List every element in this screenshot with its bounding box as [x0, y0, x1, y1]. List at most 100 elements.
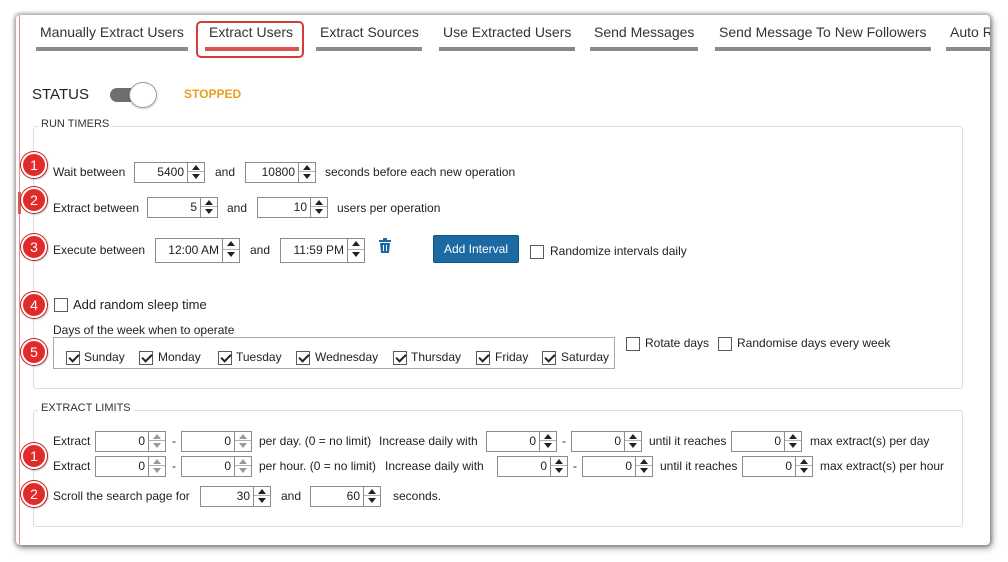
- spinner-value: 5400: [157, 165, 184, 179]
- spinner-down-icon[interactable]: [235, 441, 251, 450]
- spinner-down-icon[interactable]: [201, 207, 217, 216]
- extract-day-max-spinner[interactable]: 0: [181, 431, 252, 452]
- day-increase-max-spinner[interactable]: 0: [571, 431, 642, 452]
- tab-send-messages[interactable]: Send Messages: [590, 24, 698, 51]
- scroll-min-spinner[interactable]: 30: [200, 486, 271, 507]
- tab-underline: [36, 47, 188, 51]
- randomize-intervals-label: Randomize intervals daily: [550, 244, 687, 258]
- extract-max-spinner[interactable]: 10: [257, 197, 328, 218]
- day-monday-checkbox[interactable]: [139, 351, 153, 365]
- spinner-up-icon[interactable]: [540, 432, 556, 441]
- execute-end-spinner[interactable]: 11:59 PM: [280, 238, 365, 263]
- spinner-down-icon[interactable]: [254, 496, 270, 505]
- spinner-down-icon[interactable]: [540, 441, 556, 450]
- hour-reach-spinner[interactable]: 0: [742, 456, 813, 477]
- spinner-up-icon[interactable]: [235, 457, 251, 466]
- scroll-max-spinner[interactable]: 60: [310, 486, 381, 507]
- wait-min-spinner[interactable]: 5400: [134, 162, 205, 183]
- extract-hour-min-spinner[interactable]: 0: [95, 456, 166, 477]
- tab-label: Manually Extract Users: [40, 24, 184, 40]
- day-saturday-checkbox[interactable]: [542, 351, 556, 365]
- spinner-down-icon[interactable]: [223, 250, 239, 261]
- step-marker-5: 5: [21, 339, 47, 365]
- tab-manually-extract-users[interactable]: Manually Extract Users: [36, 24, 188, 51]
- day-reach-spinner[interactable]: 0: [731, 431, 802, 452]
- spinner-down-icon[interactable]: [235, 466, 251, 475]
- spinner-up-icon[interactable]: [149, 432, 165, 441]
- spinner-down-icon[interactable]: [188, 172, 204, 181]
- randomize-intervals-checkbox[interactable]: [530, 245, 544, 259]
- tab-send-message-new-followers[interactable]: Send Message To New Followers: [715, 24, 931, 51]
- spinner-up-icon[interactable]: [348, 239, 364, 250]
- extract-day-min-spinner[interactable]: 0: [95, 431, 166, 452]
- spinner-arrows: [200, 198, 217, 217]
- execute-between-label: Execute between: [53, 243, 146, 257]
- step-marker-1: 1: [21, 152, 47, 178]
- spinner-up-icon[interactable]: [796, 457, 812, 466]
- spinner-down-icon[interactable]: [149, 441, 165, 450]
- spinner-up-icon[interactable]: [254, 487, 270, 496]
- until-reaches-label: until it reaches: [649, 434, 727, 448]
- random-sleep-checkbox[interactable]: [54, 298, 68, 312]
- day-wednesday-checkbox[interactable]: [296, 351, 310, 365]
- randomise-days-checkbox[interactable]: [718, 337, 732, 351]
- status-toggle-knob[interactable]: [129, 82, 157, 108]
- spinner-value: 0: [774, 434, 781, 448]
- tab-extract-sources[interactable]: Extract Sources: [316, 24, 422, 51]
- spinner-down-icon[interactable]: [364, 496, 380, 505]
- spinner-up-icon[interactable]: [551, 457, 567, 466]
- spinner-up-icon[interactable]: [636, 457, 652, 466]
- run-timers-title: RUN TIMERS: [38, 118, 113, 130]
- spinner-up-icon[interactable]: [364, 487, 380, 496]
- spinner-value: 10: [293, 200, 307, 214]
- spinner-up-icon[interactable]: [785, 432, 801, 441]
- tab-label: Send Messages: [594, 24, 695, 40]
- day-increase-min-spinner[interactable]: 0: [486, 431, 557, 452]
- spinner-down-icon[interactable]: [149, 466, 165, 475]
- tab-underline: [316, 47, 422, 51]
- spinner-up-icon[interactable]: [201, 198, 217, 207]
- spinner-up-icon[interactable]: [235, 432, 251, 441]
- spinner-up-icon[interactable]: [149, 457, 165, 466]
- day-thursday-checkbox[interactable]: [393, 351, 407, 365]
- status-value: STOPPED: [184, 87, 242, 101]
- spinner-down-icon[interactable]: [299, 172, 315, 181]
- dash-label: -: [172, 459, 176, 473]
- extract-hour-max-spinner[interactable]: 0: [181, 456, 252, 477]
- trash-icon[interactable]: [378, 238, 392, 254]
- spinner-arrows: [784, 432, 801, 451]
- day-friday-label: Friday: [495, 350, 529, 364]
- spinner-down-icon[interactable]: [348, 250, 364, 261]
- day-thursday-label: Thursday: [411, 350, 462, 364]
- day-sunday-checkbox[interactable]: [66, 351, 80, 365]
- day-tuesday-checkbox[interactable]: [218, 351, 232, 365]
- per-hour-label: per hour. (0 = no limit): [259, 459, 377, 473]
- spinner-up-icon[interactable]: [188, 163, 204, 172]
- spinner-down-icon[interactable]: [625, 441, 641, 450]
- extract-min-spinner[interactable]: 5: [147, 197, 218, 218]
- spinner-up-icon[interactable]: [625, 432, 641, 441]
- spinner-value: 12:00 AM: [168, 243, 219, 257]
- spinner-down-icon[interactable]: [551, 466, 567, 475]
- spinner-up-icon[interactable]: [223, 239, 239, 250]
- limits-marker-2: 2: [21, 481, 47, 507]
- tab-auto[interactable]: Auto R: [946, 24, 990, 51]
- rotate-days-checkbox[interactable]: [626, 337, 640, 351]
- spinner-arrows: [347, 239, 364, 262]
- spinner-down-icon[interactable]: [636, 466, 652, 475]
- spinner-value: 0: [540, 459, 547, 473]
- execute-start-spinner[interactable]: 12:00 AM: [155, 238, 240, 263]
- add-interval-button[interactable]: Add Interval: [433, 235, 519, 263]
- hour-increase-min-spinner[interactable]: 0: [497, 456, 568, 477]
- spinner-down-icon[interactable]: [796, 466, 812, 475]
- spinner-down-icon[interactable]: [785, 441, 801, 450]
- spinner-arrows: [187, 163, 204, 182]
- tab-use-extracted-users[interactable]: Use Extracted Users: [439, 24, 575, 51]
- spinner-down-icon[interactable]: [311, 207, 327, 216]
- spinner-up-icon[interactable]: [311, 198, 327, 207]
- hour-increase-max-spinner[interactable]: 0: [582, 456, 653, 477]
- spinner-up-icon[interactable]: [299, 163, 315, 172]
- spinner-arrows: [624, 432, 641, 451]
- wait-max-spinner[interactable]: 10800: [245, 162, 316, 183]
- day-friday-checkbox[interactable]: [476, 351, 490, 365]
